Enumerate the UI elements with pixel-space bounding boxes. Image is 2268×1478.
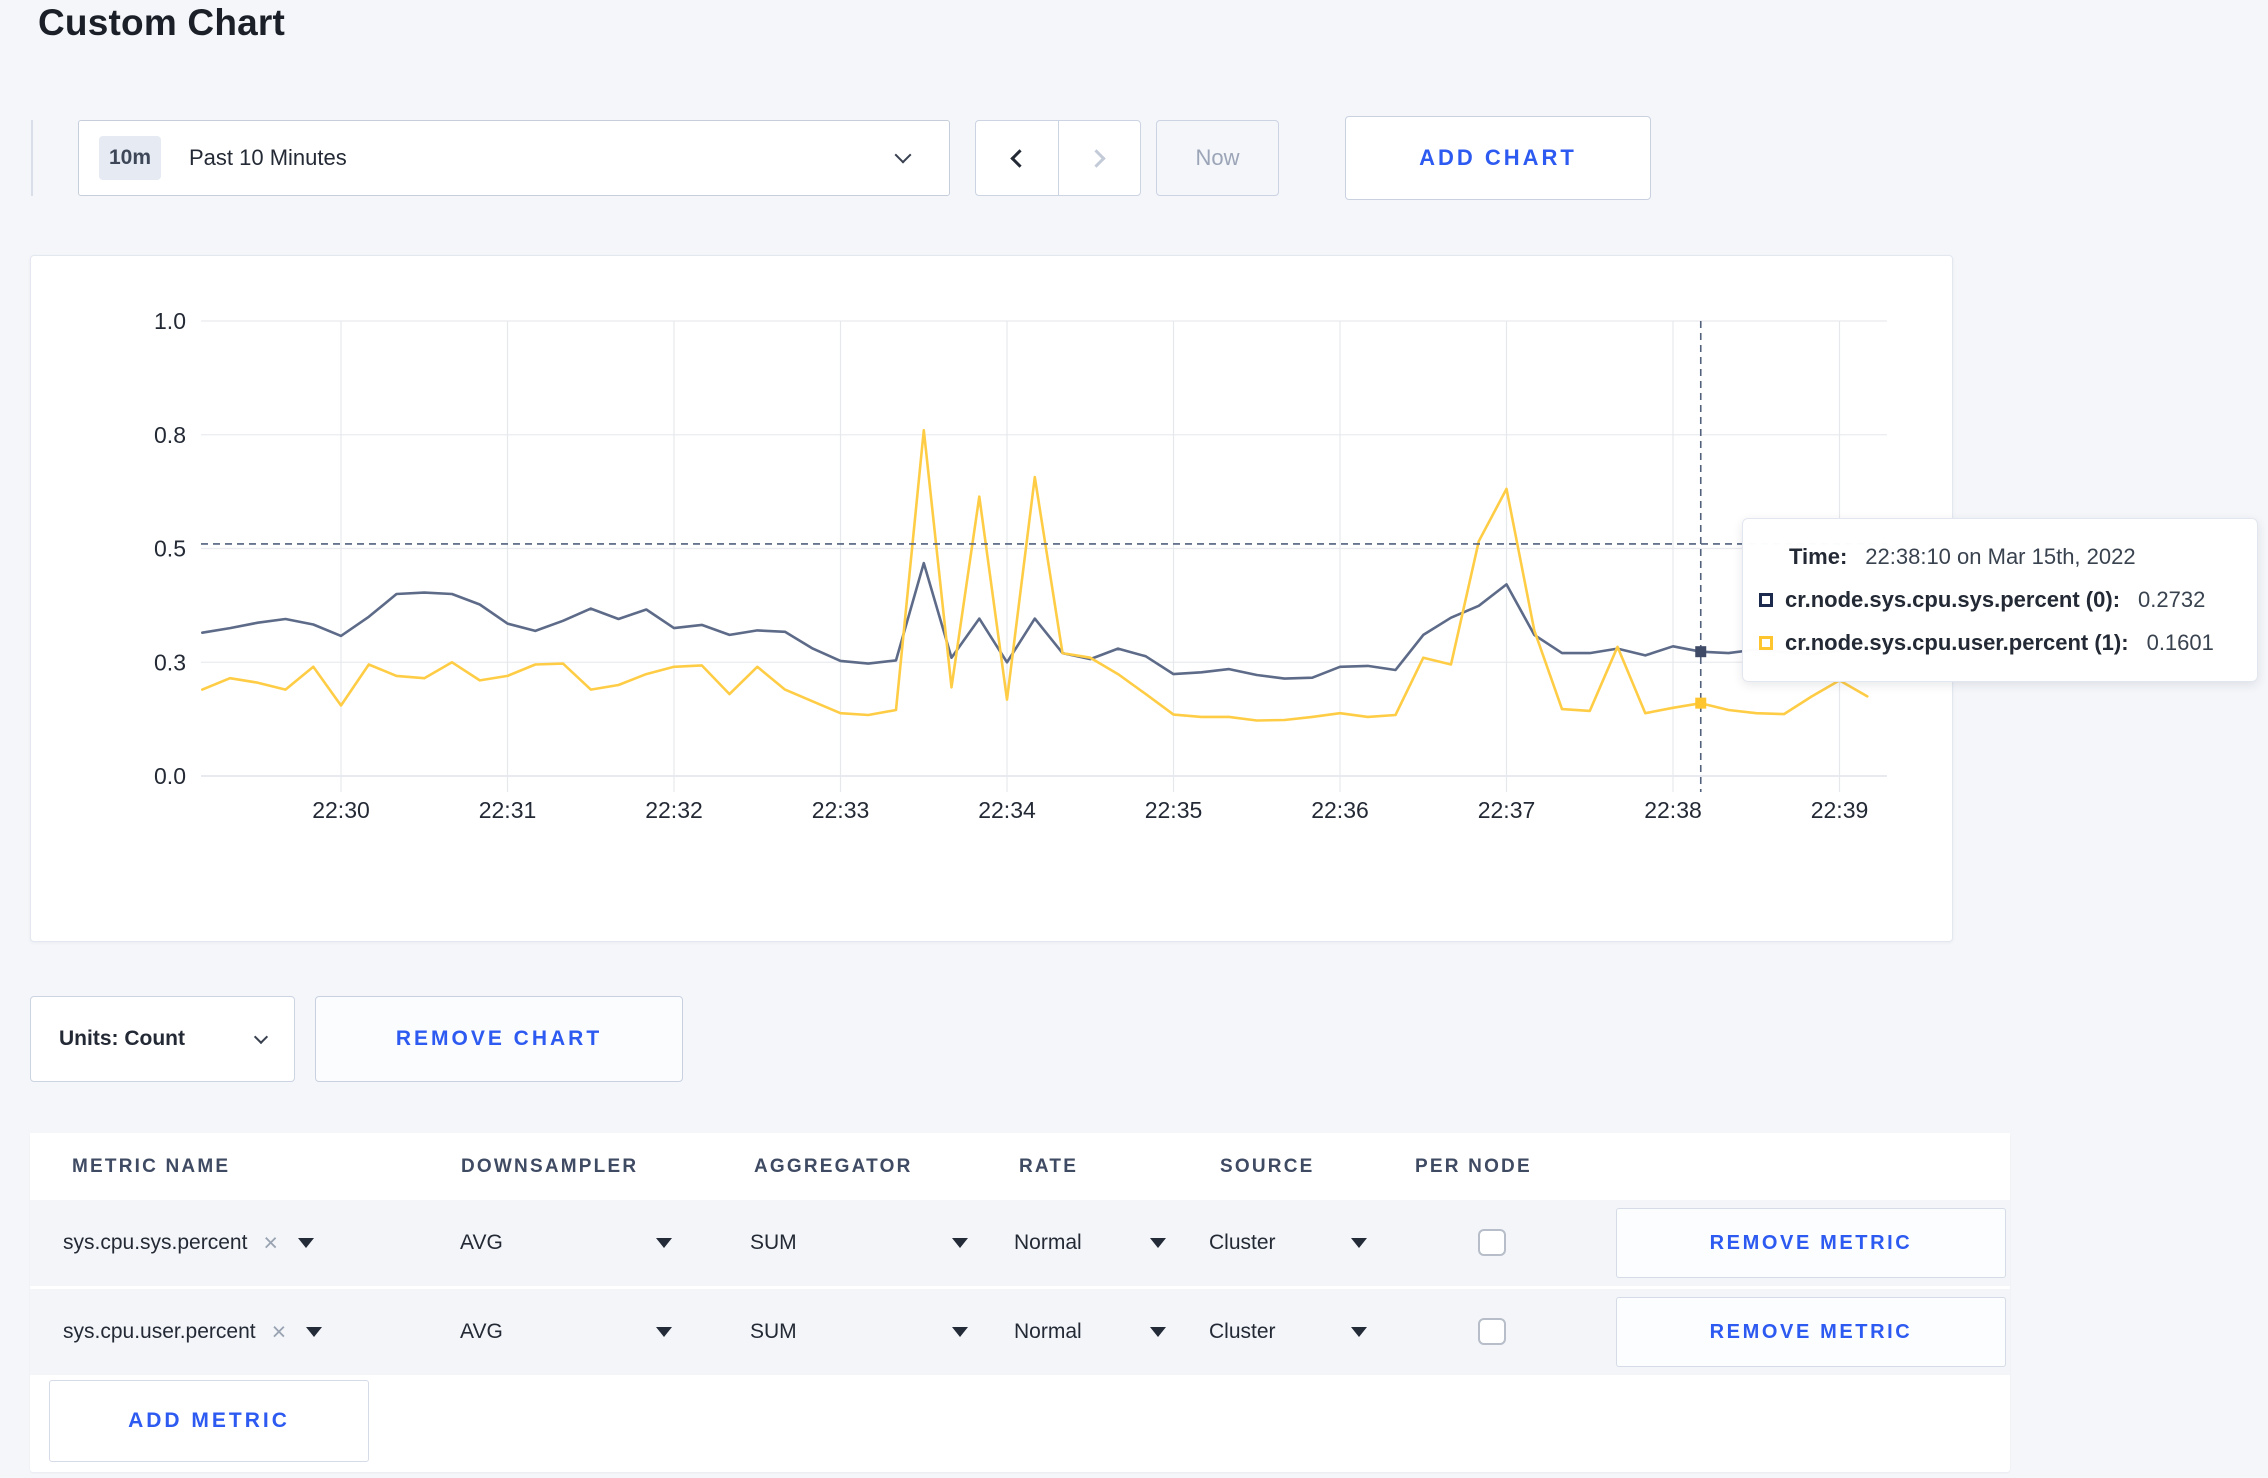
downsampler-value: AVG bbox=[460, 1231, 503, 1254]
rate-value: Normal bbox=[1014, 1231, 1082, 1254]
col-header-metric-name: METRIC NAME bbox=[72, 1156, 231, 1177]
tooltip-series-row: cr.node.sys.cpu.user.percent (1): 0.1601 bbox=[1743, 630, 2257, 656]
col-header-rate: RATE bbox=[1019, 1156, 1079, 1177]
chart-tooltip: Time: 22:38:10 on Mar 15th, 2022 cr.node… bbox=[1742, 518, 2258, 682]
aggregator-value: SUM bbox=[750, 1320, 797, 1343]
svg-text:0.5: 0.5 bbox=[154, 536, 186, 562]
tooltip-series-row: cr.node.sys.cpu.sys.percent (0): 0.2732 bbox=[1743, 587, 2257, 613]
toolbar-divider bbox=[31, 120, 33, 196]
clear-metric-icon[interactable]: × bbox=[263, 1230, 278, 1256]
caret-down-icon bbox=[952, 1238, 968, 1248]
tooltip-series-name: cr.node.sys.cpu.user.percent (1): bbox=[1785, 630, 2129, 655]
col-header-downsampler: DOWNSAMPLER bbox=[461, 1156, 639, 1177]
now-button[interactable]: Now bbox=[1156, 120, 1279, 196]
metric-name-label: sys.cpu.sys.percent bbox=[63, 1231, 248, 1254]
svg-text:22:34: 22:34 bbox=[978, 797, 1036, 823]
aggregator-value: SUM bbox=[750, 1231, 797, 1254]
metric-name-select[interactable]: sys.cpu.user.percent × bbox=[63, 1289, 323, 1375]
aggregator-select[interactable]: SUM bbox=[750, 1289, 968, 1375]
source-select[interactable]: Cluster bbox=[1209, 1289, 1367, 1375]
svg-text:0.0: 0.0 bbox=[154, 763, 186, 789]
tooltip-time-value: 22:38:10 on Mar 15th, 2022 bbox=[1865, 544, 2136, 569]
svg-text:22:38: 22:38 bbox=[1644, 797, 1702, 823]
tooltip-series-value: 0.2732 bbox=[2138, 587, 2206, 612]
metric-row-user: sys.cpu.user.percent × AVG SUM Normal Cl… bbox=[30, 1289, 2010, 1375]
svg-text:1.0: 1.0 bbox=[154, 308, 186, 334]
chart-panel[interactable]: 0.0 0.3 0.5 0.8 1.0 22:30 22:31 22:32 22:33 22:34… bbox=[30, 255, 1953, 942]
caret-down-icon bbox=[1150, 1327, 1166, 1337]
svg-text:22:33: 22:33 bbox=[812, 797, 870, 823]
units-label: Units: Count bbox=[59, 1027, 185, 1050]
source-value: Cluster bbox=[1209, 1231, 1276, 1254]
caret-down-icon bbox=[1351, 1238, 1367, 1248]
metric-name-select[interactable]: sys.cpu.sys.percent × bbox=[63, 1200, 315, 1286]
per-node-checkbox[interactable] bbox=[1478, 1229, 1506, 1256]
svg-text:22:37: 22:37 bbox=[1478, 797, 1536, 823]
user-series-swatch-icon bbox=[1759, 636, 1773, 650]
clear-metric-icon[interactable]: × bbox=[272, 1319, 287, 1345]
svg-text:22:31: 22:31 bbox=[479, 797, 537, 823]
time-range-badge: 10m bbox=[99, 136, 161, 180]
aggregator-select[interactable]: SUM bbox=[750, 1200, 968, 1286]
svg-text:22:32: 22:32 bbox=[645, 797, 703, 823]
caret-down-icon bbox=[656, 1238, 672, 1248]
col-header-source: SOURCE bbox=[1220, 1156, 1315, 1177]
svg-text:0.8: 0.8 bbox=[154, 422, 186, 448]
next-range-button[interactable] bbox=[1057, 121, 1141, 195]
per-node-checkbox[interactable] bbox=[1478, 1318, 1506, 1345]
rate-value: Normal bbox=[1014, 1320, 1082, 1343]
downsampler-select[interactable]: AVG bbox=[460, 1200, 672, 1286]
time-range-dropdown[interactable]: 10m Past 10 Minutes bbox=[78, 120, 950, 196]
remove-metric-button[interactable]: REMOVE METRIC bbox=[1616, 1297, 2006, 1367]
units-dropdown[interactable]: Units: Count bbox=[30, 996, 295, 1082]
caret-down-icon bbox=[1351, 1327, 1367, 1337]
tooltip-series-value: 0.1601 bbox=[2146, 630, 2214, 655]
rate-select[interactable]: Normal bbox=[1014, 1289, 1166, 1375]
chevron-down-icon bbox=[894, 146, 912, 164]
chevron-left-icon bbox=[1010, 148, 1029, 168]
page-title: Custom Chart bbox=[38, 2, 286, 43]
metric-row-sys: sys.cpu.sys.percent × AVG SUM Normal Clu… bbox=[30, 1200, 2010, 1286]
timeseries-chart[interactable]: 0.0 0.3 0.5 0.8 1.0 22:30 22:31 22:32 22:33 22:34… bbox=[31, 256, 1952, 941]
sys-series-swatch-icon bbox=[1759, 593, 1773, 607]
downsampler-value: AVG bbox=[460, 1320, 503, 1343]
col-header-aggregator: AGGREGATOR bbox=[754, 1156, 913, 1177]
caret-down-icon bbox=[298, 1238, 315, 1248]
svg-text:0.3: 0.3 bbox=[154, 649, 186, 675]
svg-text:22:39: 22:39 bbox=[1811, 797, 1869, 823]
time-range-label: Past 10 Minutes bbox=[189, 145, 347, 170]
rate-select[interactable]: Normal bbox=[1014, 1200, 1166, 1286]
tooltip-series-name: cr.node.sys.cpu.sys.percent (0): bbox=[1785, 587, 2121, 612]
remove-chart-button[interactable]: REMOVE CHART bbox=[315, 996, 683, 1082]
svg-text:22:35: 22:35 bbox=[1145, 797, 1203, 823]
source-value: Cluster bbox=[1209, 1320, 1276, 1343]
caret-down-icon bbox=[1150, 1238, 1166, 1248]
chevron-down-icon bbox=[253, 1029, 269, 1045]
downsampler-select[interactable]: AVG bbox=[460, 1289, 672, 1375]
add-chart-button[interactable]: ADD CHART bbox=[1345, 116, 1651, 200]
caret-down-icon bbox=[952, 1327, 968, 1337]
custom-chart-page: Custom Chart 10m Past 10 Minutes Now ADD… bbox=[0, 0, 2268, 1478]
metric-name-label: sys.cpu.user.percent bbox=[63, 1320, 256, 1343]
metrics-table: METRIC NAME DOWNSAMPLER AGGREGATOR RATE … bbox=[30, 1133, 2010, 1472]
source-select[interactable]: Cluster bbox=[1209, 1200, 1367, 1286]
tooltip-time-label: Time: bbox=[1789, 544, 1848, 569]
chevron-right-icon bbox=[1087, 148, 1106, 168]
caret-down-icon bbox=[656, 1327, 672, 1337]
col-header-per-node: PER NODE bbox=[1415, 1156, 1532, 1177]
prev-range-button[interactable] bbox=[976, 121, 1058, 195]
svg-text:22:30: 22:30 bbox=[312, 797, 370, 823]
metrics-table-header: METRIC NAME DOWNSAMPLER AGGREGATOR RATE … bbox=[30, 1133, 2010, 1200]
add-metric-button[interactable]: ADD METRIC bbox=[49, 1380, 369, 1462]
caret-down-icon bbox=[306, 1327, 323, 1337]
svg-text:22:36: 22:36 bbox=[1311, 797, 1369, 823]
remove-metric-button[interactable]: REMOVE METRIC bbox=[1616, 1208, 2006, 1278]
time-nav-group bbox=[975, 120, 1141, 196]
